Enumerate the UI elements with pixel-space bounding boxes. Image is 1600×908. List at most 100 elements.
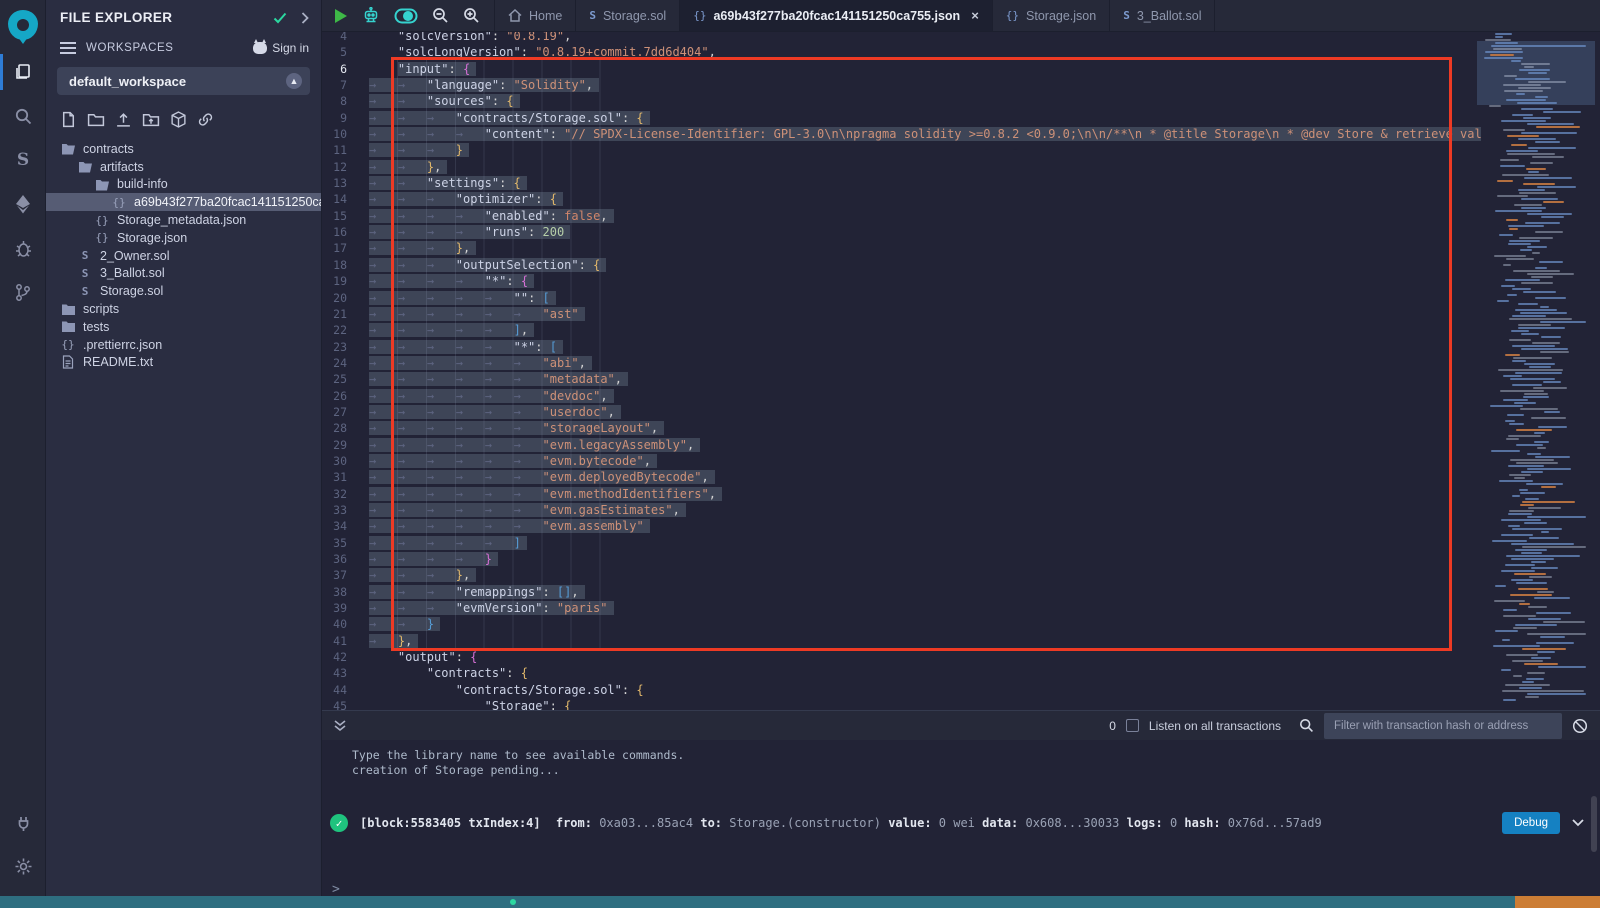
tree-item-a69b43f277ba20fcac141151250ca7-[interactable]: {}a69b43f277ba20fcac141151250ca7... — [46, 193, 321, 211]
code-line-10: 10→ → → → "content": "// SPDX-License-Id… — [322, 126, 1481, 142]
tree-item-label: Storage.json — [117, 231, 187, 245]
json-icon: {} — [94, 231, 110, 244]
workspace-dropdown[interactable]: default_workspace ▲︎ — [57, 67, 310, 95]
code-line-14: 14→ → → "optimizer": { — [322, 191, 1481, 207]
cube-icon[interactable] — [170, 111, 187, 128]
tab-storage-sol[interactable]: SStorage.sol — [576, 0, 680, 31]
code-line-28: 28→ → → → → → "storageLayout", — [322, 420, 1481, 436]
tree-item-build-info[interactable]: build-info — [46, 176, 321, 194]
tree-item-label: Storage_metadata.json — [117, 213, 246, 227]
line-number: 21 — [322, 306, 369, 322]
terminal-scrollbar[interactable] — [1591, 796, 1597, 852]
terminal-toolbar: 0 Listen on all transactions — [322, 710, 1600, 740]
code-line-37: 37→ → → }, — [322, 567, 1481, 583]
tree-item-readme-txt[interactable]: README.txt — [46, 354, 321, 372]
solidity-compiler-icon[interactable]: S — [0, 138, 46, 182]
sol-icon: S — [77, 249, 93, 262]
code-line-40: 40→ → } — [322, 616, 1481, 632]
tree-item-storage-json[interactable]: {} Storage.json — [46, 229, 321, 247]
collapse-terminal-icon[interactable] — [334, 719, 346, 733]
tree-item-contracts[interactable]: contracts — [46, 140, 321, 158]
line-number: 36 — [322, 551, 369, 567]
link-icon[interactable] — [197, 111, 214, 128]
terminal-search-icon[interactable] — [1299, 718, 1314, 733]
chevron-right-icon[interactable] — [301, 12, 309, 24]
check-icon — [273, 12, 287, 24]
line-number: 11 — [322, 142, 369, 158]
run-script-button[interactable] — [334, 8, 348, 24]
line-number: 44 — [322, 682, 369, 698]
tree-item-tests[interactable]: tests — [46, 318, 321, 336]
line-number: 40 — [322, 616, 369, 632]
tree-item-label: scripts — [83, 302, 119, 316]
clear-console-icon[interactable] — [1572, 718, 1588, 734]
line-number: 24 — [322, 355, 369, 371]
line-number: 25 — [322, 371, 369, 387]
deploy-run-icon[interactable] — [0, 182, 46, 226]
code-line-17: 17→ → → }, — [322, 240, 1481, 256]
hamburger-menu-icon[interactable] — [60, 42, 76, 54]
line-number: 23 — [322, 339, 369, 355]
code-editor[interactable]: 4 "solcVersion": "0.8.19",5 "solcLongVer… — [322, 28, 1481, 710]
settings-gear-icon[interactable] — [0, 844, 46, 888]
code-line-6: 6 "input": { — [322, 61, 1481, 77]
code-line-8: 8→ → "sources": { — [322, 93, 1481, 109]
zoom-out-icon[interactable] — [432, 7, 449, 24]
line-number: 13 — [322, 175, 369, 191]
zoom-in-icon[interactable] — [463, 7, 480, 24]
plugin-manager-icon[interactable] — [0, 800, 46, 844]
new-file-icon[interactable] — [60, 111, 77, 128]
terminal-prompt[interactable]: > — [332, 882, 340, 897]
copilot-toggle[interactable] — [394, 8, 418, 24]
tree-item-scripts[interactable]: scripts — [46, 300, 321, 318]
code-line-35: 35→ → → → → ] — [322, 535, 1481, 551]
tree-item--prettierrc-json[interactable]: {}.prettierrc.json — [46, 336, 321, 354]
tab-home[interactable]: Home — [495, 0, 576, 31]
editor-region: Home SStorage.sol{}a69b43f277ba20fcac1411… — [322, 0, 1600, 710]
tab-3-ballot-sol[interactable]: S3_Ballot.sol — [1110, 0, 1215, 31]
upload-folder-icon[interactable] — [142, 111, 160, 128]
code-line-18: 18→ → → "outputSelection": { — [322, 257, 1481, 273]
sign-in-button[interactable]: Sign in — [253, 41, 309, 55]
ai-copilot-icon[interactable] — [362, 7, 380, 25]
line-number: 12 — [322, 159, 369, 175]
tab-storage-json[interactable]: {}Storage.json — [993, 0, 1110, 31]
git-icon[interactable] — [0, 270, 46, 314]
upload-file-icon[interactable] — [115, 111, 132, 128]
line-number: 33 — [322, 502, 369, 518]
tree-item-label: Storage.sol — [100, 284, 163, 298]
close-tab-icon[interactable]: × — [971, 8, 979, 23]
activity-bar: S — [0, 0, 46, 896]
code-line-29: 29→ → → → → → "evm.legacyAssembly", — [322, 437, 1481, 453]
transaction-filter-input[interactable] — [1324, 713, 1562, 739]
file-explorer-icon[interactable] — [0, 50, 46, 94]
debug-button[interactable]: Debug — [1502, 812, 1560, 834]
tree-item-2-owner-sol[interactable]: S2_Owner.sol — [46, 247, 321, 265]
line-number: 42 — [322, 649, 369, 665]
listen-checkbox[interactable] — [1126, 719, 1139, 732]
debugger-icon[interactable] — [0, 226, 46, 270]
tree-item-label: contracts — [83, 142, 134, 156]
file-icon — [60, 355, 76, 369]
code-line-33: 33→ → → → → → "evm.gasEstimates", — [322, 502, 1481, 518]
tree-item-storage-sol[interactable]: SStorage.sol — [46, 282, 321, 300]
code-line-20: 20→ → → → → "": [ — [322, 290, 1481, 306]
transaction-row[interactable]: ✓ [block:5583405 txIndex:4] from: 0xa03.… — [330, 812, 1584, 834]
minimap[interactable] — [1481, 30, 1591, 710]
tree-item-storage-metadata-json[interactable]: {}Storage_metadata.json — [46, 211, 321, 229]
search-icon[interactable] — [0, 94, 46, 138]
tree-item-3-ballot-sol[interactable]: S3_Ballot.sol — [46, 265, 321, 283]
status-dot — [510, 899, 516, 905]
line-number: 30 — [322, 453, 369, 469]
dropdown-caret-icon: ▲︎ — [286, 73, 302, 89]
new-folder-icon[interactable] — [87, 111, 105, 128]
tab-label: Home — [529, 9, 562, 23]
expand-transaction-icon[interactable] — [1572, 819, 1584, 827]
tree-item-artifacts[interactable]: artifacts — [46, 158, 321, 176]
workspaces-label: WORKSPACES — [86, 42, 253, 54]
line-number: 27 — [322, 404, 369, 420]
line-number: 34 — [322, 518, 369, 534]
tab-a69b43f277ba20fcac141151250ca755-json[interactable]: {}a69b43f277ba20fcac141151250ca755.json× — [680, 0, 993, 31]
remix-logo — [0, 0, 46, 50]
sol-icon: S — [77, 267, 93, 280]
